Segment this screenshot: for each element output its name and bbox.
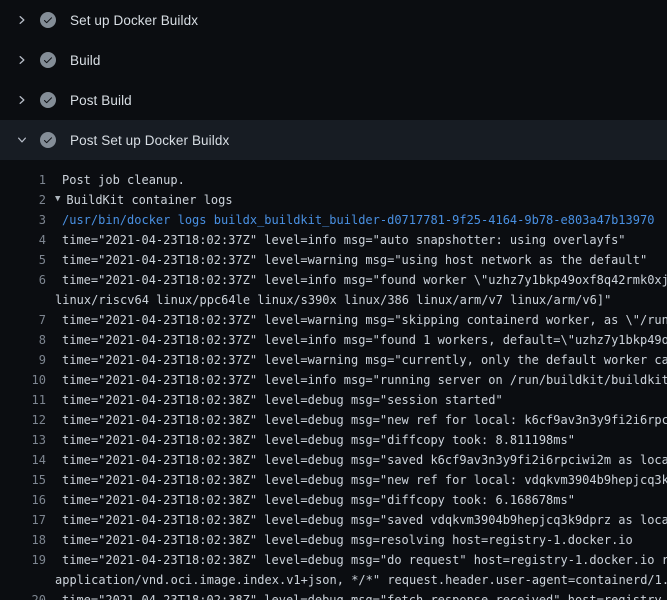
line-number[interactable]: 6: [0, 270, 46, 290]
log-line: 20 time="2021-04-23T18:02:38Z" level=debu…: [0, 590, 667, 600]
log-text: time="2021-04-23T18:02:37Z" level=info m…: [62, 330, 667, 350]
log-text: time="2021-04-23T18:02:37Z" level=info m…: [62, 370, 667, 390]
check-circle-icon: [40, 92, 56, 108]
step-header-post-build[interactable]: Post Build: [0, 80, 667, 120]
step-label: Post Build: [70, 93, 132, 108]
log-text: time="2021-04-23T18:02:38Z" level=debug …: [62, 490, 575, 510]
log-line: 19 time="2021-04-23T18:02:38Z" level=debu…: [0, 550, 667, 570]
log-area: 1 Post job cleanup. 2 ▼ BuildKit container l…: [0, 160, 667, 600]
step-header-build[interactable]: Build: [0, 40, 667, 80]
line-number[interactable]: 5: [0, 250, 46, 270]
log-line: 6 time="2021-04-23T18:02:37Z" level=info …: [0, 270, 667, 290]
chevron-right-icon: [14, 92, 30, 108]
log-line: 5 time="2021-04-23T18:02:37Z" level=warni…: [0, 250, 667, 270]
log-line: 8 time="2021-04-23T18:02:37Z" level=info …: [0, 330, 667, 350]
line-number[interactable]: 19: [0, 550, 46, 570]
log-text: time="2021-04-23T18:02:38Z" level=debug …: [62, 430, 575, 450]
line-number[interactable]: 11: [0, 390, 46, 410]
step-label: Build: [70, 53, 101, 68]
step-header-set-up-docker-buildx[interactable]: Set up Docker Buildx: [0, 0, 667, 40]
log-line: 15 time="2021-04-23T18:02:38Z" level=debu…: [0, 470, 667, 490]
log-line: 2 ▼ BuildKit container logs: [0, 190, 667, 210]
log-line: linux/riscv64 linux/ppc64le linux/s390x …: [0, 290, 667, 310]
line-number[interactable]: 18: [0, 530, 46, 550]
line-number: [0, 290, 46, 310]
log-line: 10 time="2021-04-23T18:02:37Z" level=info…: [0, 370, 667, 390]
log-text: time="2021-04-23T18:02:38Z" level=debug …: [62, 530, 633, 550]
chevron-down-icon: [14, 132, 30, 148]
line-number[interactable]: 14: [0, 450, 46, 470]
line-number[interactable]: 13: [0, 430, 46, 450]
chevron-right-icon: [14, 52, 30, 68]
step-list: Set up Docker Buildx Build Post Build: [0, 0, 667, 160]
log-line: 17 time="2021-04-23T18:02:38Z" level=debu…: [0, 510, 667, 530]
log-text: time="2021-04-23T18:02:37Z" level=warnin…: [62, 250, 647, 270]
line-number[interactable]: 10: [0, 370, 46, 390]
log-text: time="2021-04-23T18:02:37Z" level=warnin…: [62, 350, 667, 370]
log-text: time="2021-04-23T18:02:38Z" level=debug …: [62, 590, 667, 600]
log-text: linux/riscv64 linux/ppc64le linux/s390x …: [55, 290, 611, 310]
log-text: time="2021-04-23T18:02:37Z" level=info m…: [62, 270, 667, 290]
log-line: 13 time="2021-04-23T18:02:38Z" level=debu…: [0, 430, 667, 450]
log-text: time="2021-04-23T18:02:38Z" level=debug …: [62, 450, 667, 470]
line-number: [0, 570, 46, 590]
log-text: time="2021-04-23T18:02:38Z" level=debug …: [62, 390, 503, 410]
chevron-right-icon: [14, 12, 30, 28]
check-circle-icon: [40, 52, 56, 68]
log-text: application/vnd.oci.image.index.v1+json,…: [55, 570, 667, 590]
line-number[interactable]: 7: [0, 310, 46, 330]
check-circle-icon: [40, 12, 56, 28]
line-number[interactable]: 3: [0, 210, 46, 230]
line-number[interactable]: 2: [0, 190, 46, 210]
log-line: 14 time="2021-04-23T18:02:38Z" level=debu…: [0, 450, 667, 470]
log-line: 3/usr/bin/docker logs buildx_buildkit_bu…: [0, 210, 667, 230]
log-line: 4 time="2021-04-23T18:02:37Z" level=info …: [0, 230, 667, 250]
log-text: time="2021-04-23T18:02:38Z" level=debug …: [62, 510, 667, 530]
log-line: 16 time="2021-04-23T18:02:38Z" level=debu…: [0, 490, 667, 510]
log-line: 9 time="2021-04-23T18:02:37Z" level=warni…: [0, 350, 667, 370]
line-number[interactable]: 12: [0, 410, 46, 430]
step-label: Post Set up Docker Buildx: [70, 133, 229, 148]
log-text[interactable]: BuildKit container logs: [66, 190, 232, 210]
actions-log-viewer: Set up Docker Buildx Build Post Build: [0, 0, 667, 600]
group-expand-caret-icon[interactable]: ▼: [55, 189, 60, 209]
log-line: 1 Post job cleanup.: [0, 170, 667, 190]
line-number[interactable]: 20: [0, 590, 46, 600]
line-number[interactable]: 4: [0, 230, 46, 250]
line-number[interactable]: 15: [0, 470, 46, 490]
log-line: 18 time="2021-04-23T18:02:38Z" level=debu…: [0, 530, 667, 550]
line-number[interactable]: 1: [0, 170, 46, 190]
step-label: Set up Docker Buildx: [70, 13, 198, 28]
log-text: time="2021-04-23T18:02:38Z" level=debug …: [62, 550, 667, 570]
line-number[interactable]: 9: [0, 350, 46, 370]
log-line: 11 time="2021-04-23T18:02:38Z" level=debu…: [0, 390, 667, 410]
log-text: time="2021-04-23T18:02:37Z" level=warnin…: [62, 310, 667, 330]
line-number[interactable]: 17: [0, 510, 46, 530]
log-command-text: /usr/bin/docker logs buildx_buildkit_bui…: [62, 210, 654, 230]
log-line: 12 time="2021-04-23T18:02:38Z" level=debu…: [0, 410, 667, 430]
line-number[interactable]: 16: [0, 490, 46, 510]
line-number[interactable]: 8: [0, 330, 46, 350]
log-text: time="2021-04-23T18:02:38Z" level=debug …: [62, 410, 667, 430]
log-text: time="2021-04-23T18:02:37Z" level=info m…: [62, 230, 626, 250]
step-header-post-set-up-docker-buildx[interactable]: Post Set up Docker Buildx: [0, 120, 667, 160]
log-line: 7 time="2021-04-23T18:02:37Z" level=warni…: [0, 310, 667, 330]
log-text: time="2021-04-23T18:02:38Z" level=debug …: [62, 470, 667, 490]
log-text: Post job cleanup.: [62, 170, 185, 190]
log-line: application/vnd.oci.image.index.v1+json,…: [0, 570, 667, 590]
check-circle-icon: [40, 132, 56, 148]
